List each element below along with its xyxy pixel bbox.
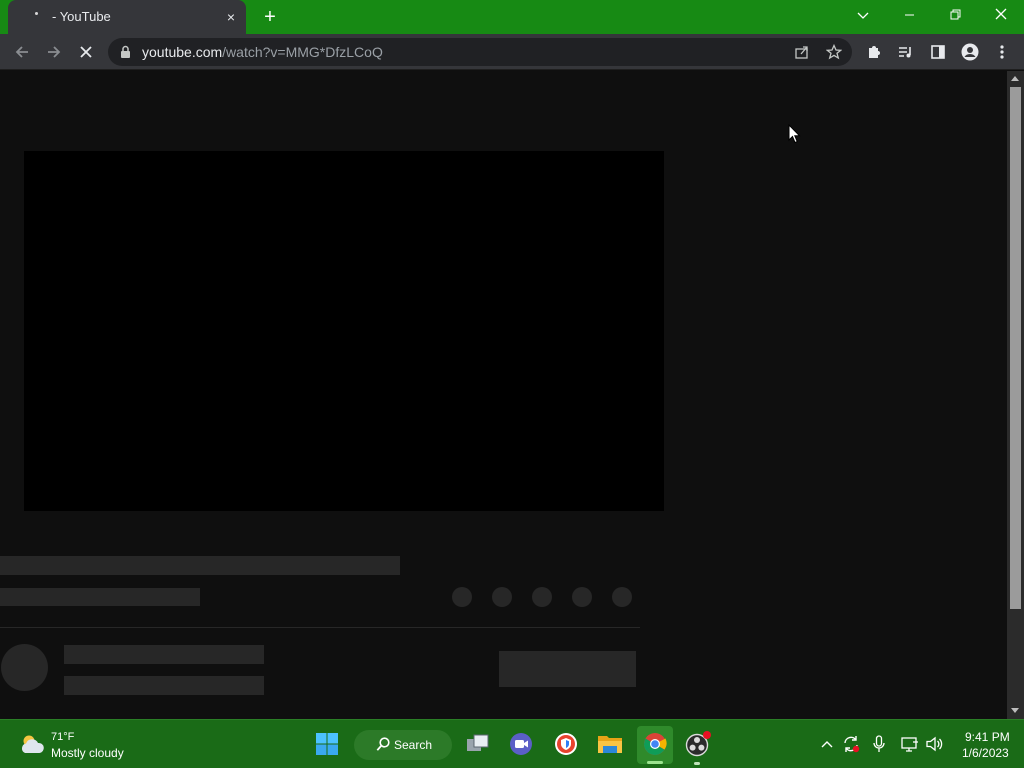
extensions-button[interactable]: [864, 42, 884, 62]
star-icon: [826, 44, 842, 60]
url-path: /watch?v=MMG*DfzLCoQ: [222, 44, 383, 60]
back-button[interactable]: [12, 42, 32, 62]
clock-date[interactable]: 1/6/2023: [962, 746, 1009, 760]
obs-icon: [685, 731, 711, 757]
close-window-button[interactable]: [991, 6, 1011, 26]
teams-chat-button[interactable]: [507, 730, 535, 758]
chrome-running-indicator: [647, 761, 663, 764]
network-tray-button[interactable]: [900, 734, 920, 754]
microphone-tray-button[interactable]: [869, 734, 889, 754]
stop-loading-button[interactable]: [76, 42, 96, 62]
channel-avatar-placeholder: [1, 644, 48, 691]
chrome-taskbar-button[interactable]: [641, 730, 669, 758]
kebab-menu-icon: [1000, 45, 1004, 59]
sync-tray-button[interactable]: [841, 734, 861, 754]
divider: [0, 627, 640, 628]
file-explorer-button[interactable]: [596, 730, 624, 758]
title-placeholder: [0, 556, 400, 575]
vpn-app-button[interactable]: [552, 730, 580, 758]
weather-condition[interactable]: Mostly cloudy: [51, 746, 124, 760]
address-bar[interactable]: youtube.com/watch?v=MMG*DfzLCoQ: [108, 38, 852, 66]
channel-name-placeholder: [64, 645, 264, 664]
start-button[interactable]: [313, 730, 341, 758]
action-placeholder-2: [492, 587, 512, 607]
profile-button[interactable]: [960, 42, 980, 62]
action-placeholder-5: [612, 587, 632, 607]
network-icon: [901, 737, 918, 752]
microphone-icon: [873, 735, 885, 752]
file-explorer-icon: [598, 736, 622, 753]
profile-icon: [961, 43, 979, 61]
minimize-icon: [904, 14, 914, 16]
weather-temperature[interactable]: 71°F: [51, 731, 74, 743]
subscribe-button-placeholder: [499, 651, 636, 687]
url-text[interactable]: youtube.com/watch?v=MMG*DfzLCoQ: [142, 44, 383, 60]
loading-spinner-icon: [33, 12, 41, 20]
volume-tray-button[interactable]: [925, 734, 945, 754]
mouse-cursor-icon: [788, 124, 801, 144]
minimize-button[interactable]: [899, 6, 919, 26]
chrome-icon: [644, 733, 667, 755]
arrow-left-icon: [15, 46, 28, 58]
clock-time[interactable]: 9:41 PM: [965, 730, 1010, 744]
vpn-shield-icon: [555, 733, 577, 755]
scroll-down-arrow-icon[interactable]: [1011, 708, 1019, 713]
forward-button[interactable]: [44, 42, 64, 62]
arrow-right-icon: [48, 46, 61, 58]
media-queue-icon: [899, 47, 911, 58]
share-button[interactable]: [792, 42, 812, 62]
tab-strip: - YouTube × +: [0, 0, 1024, 34]
chevron-down-icon: [857, 12, 869, 19]
page-scrollbar[interactable]: [1007, 71, 1024, 719]
bookmark-button[interactable]: [824, 42, 844, 62]
restore-icon: [950, 9, 960, 20]
search-icon: [376, 737, 390, 751]
action-placeholder-4: [572, 587, 592, 607]
action-placeholder-3: [532, 587, 552, 607]
taskbar-search[interactable]: Search: [354, 730, 452, 760]
show-hidden-icons-button[interactable]: [817, 734, 837, 754]
new-tab-button[interactable]: +: [260, 7, 280, 27]
sync-icon: [844, 736, 860, 753]
scroll-up-arrow-icon[interactable]: [1011, 76, 1019, 81]
browser-toolbar: youtube.com/watch?v=MMG*DfzLCoQ: [0, 34, 1024, 70]
browser-menu-button[interactable]: [992, 42, 1012, 62]
start-icon: [316, 733, 338, 755]
share-icon: [795, 46, 808, 59]
teams-chat-icon: [510, 733, 532, 755]
obs-running-indicator: [694, 762, 700, 765]
scroll-thumb[interactable]: [1010, 87, 1021, 609]
media-queue-button[interactable]: [896, 42, 916, 62]
subscriber-count-placeholder: [64, 676, 264, 695]
restore-button[interactable]: [945, 6, 965, 26]
side-panel-button[interactable]: [928, 42, 948, 62]
tab-search-button[interactable]: [853, 6, 873, 26]
views-placeholder: [0, 588, 200, 606]
task-view-button[interactable]: [464, 730, 492, 758]
weather-cloudy-icon[interactable]: [18, 733, 46, 755]
task-view-icon: [467, 734, 489, 751]
obs-taskbar-button[interactable]: [684, 730, 712, 758]
action-placeholder-1: [452, 587, 472, 607]
tab-title: - YouTube: [52, 9, 111, 24]
tab-youtube[interactable]: - YouTube ×: [8, 0, 246, 34]
windows-taskbar: 71°F Mostly cloudy Search 9:41 PM 1/6/20…: [0, 719, 1024, 768]
puzzle-icon: [869, 46, 880, 58]
tab-close-button[interactable]: ×: [222, 8, 240, 26]
stop-loading-icon: [80, 46, 92, 58]
video-player[interactable]: [24, 151, 664, 511]
chevron-up-icon: [821, 741, 833, 748]
side-panel-icon: [931, 45, 945, 59]
volume-icon: [926, 736, 943, 752]
url-host: youtube.com: [142, 44, 223, 60]
search-label: Search: [394, 738, 433, 752]
close-icon: [995, 8, 1007, 20]
lock-icon[interactable]: [120, 45, 131, 59]
youtube-watch-page: [0, 71, 1007, 719]
